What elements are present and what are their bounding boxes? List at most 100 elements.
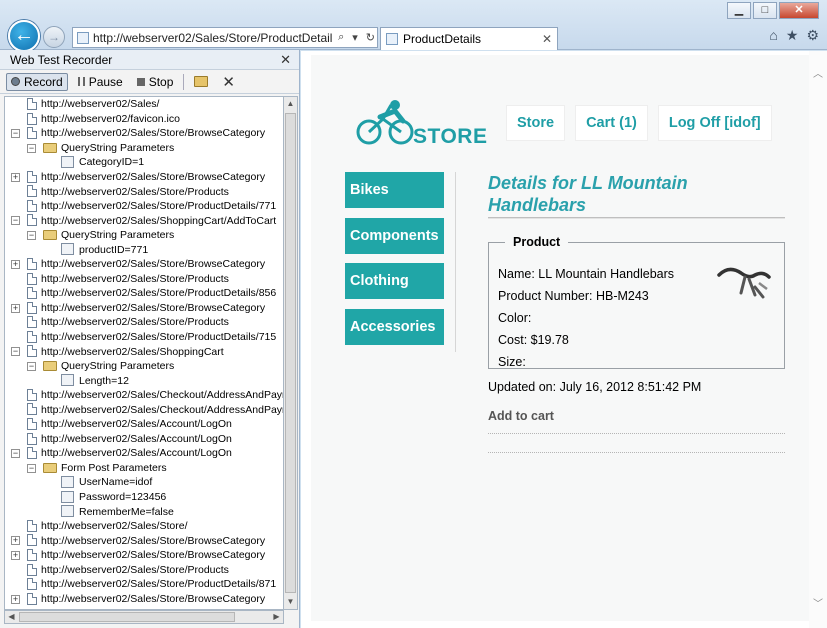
collapse-icon[interactable]: − bbox=[11, 347, 20, 357]
scroll-down-icon[interactable]: ▼ bbox=[284, 595, 297, 609]
scroll-right-icon[interactable]: ▶ bbox=[270, 611, 283, 623]
parameter-node[interactable]: Password=123456 bbox=[5, 490, 283, 505]
request-node[interactable]: http://webserver02/Sales/Store/Products bbox=[5, 315, 283, 330]
request-node[interactable]: − http://webserver02/Sales/Store/BrowseCa… bbox=[5, 126, 283, 141]
request-node[interactable]: http://webserver02/Sales/Store/ProductDe… bbox=[5, 199, 283, 214]
tab-close-icon[interactable]: ✕ bbox=[542, 32, 552, 46]
request-node[interactable]: + http://webserver02/Sales/Store/BrowseCa… bbox=[5, 592, 283, 607]
expand-icon[interactable]: + bbox=[11, 172, 20, 182]
collapse-icon[interactable]: − bbox=[27, 463, 36, 473]
request-node[interactable]: http://webserver02/Sales/Store/Products bbox=[5, 563, 283, 578]
request-node[interactable]: − http://webserver02/Sales/ShoppingCart bbox=[5, 344, 283, 359]
nav-logoff[interactable]: Log Off [idof] bbox=[657, 105, 772, 141]
request-node[interactable]: http://webserver02/Sales/Account/LogOn bbox=[5, 417, 283, 432]
collapse-icon[interactable]: − bbox=[11, 129, 20, 139]
address-dropdown-icon[interactable]: ▾ bbox=[350, 31, 360, 44]
collapse-icon[interactable]: − bbox=[27, 143, 36, 153]
request-node[interactable]: http://webserver02/Sales/Store/ bbox=[5, 519, 283, 534]
tab-productdetails[interactable]: ProductDetails ✕ bbox=[380, 27, 558, 50]
refresh-icon[interactable]: ↻ bbox=[364, 31, 377, 44]
expand-icon[interactable]: + bbox=[11, 594, 20, 604]
record-button[interactable]: Record bbox=[6, 72, 68, 91]
parameter-node[interactable]: Length=12 bbox=[5, 373, 283, 388]
hscroll-thumb[interactable] bbox=[19, 612, 235, 622]
collapse-icon[interactable]: − bbox=[27, 361, 36, 371]
request-node[interactable]: http://webserver02/favicon.ico bbox=[5, 112, 283, 127]
expand-icon[interactable]: + bbox=[11, 260, 20, 270]
request-node[interactable]: http://webserver02/Sales/Store/Products bbox=[5, 272, 283, 287]
add-to-cart-link[interactable]: Add to cart bbox=[488, 409, 554, 423]
parameters-folder-node[interactable]: − QueryString Parameters bbox=[5, 228, 283, 243]
tree-node-label: http://webserver02/Sales/Store/ProductDe… bbox=[41, 578, 277, 591]
store-logo[interactable]: STORE bbox=[355, 99, 487, 151]
delete-button[interactable]: ✕ bbox=[218, 72, 239, 92]
tree-horizontal-scrollbar[interactable]: ◀ ▶ bbox=[4, 610, 284, 624]
search-icon[interactable]: ⌕ bbox=[336, 31, 346, 44]
nav-cart[interactable]: Cart (1) bbox=[575, 105, 648, 141]
request-node[interactable]: + http://webserver02/Sales/Store/BrowseCa… bbox=[5, 548, 283, 563]
page-icon bbox=[27, 112, 37, 125]
nav-store[interactable]: Store bbox=[506, 105, 566, 141]
product-number: Product Number: HB-M243 bbox=[498, 289, 649, 303]
category-bikes[interactable]: Bikes bbox=[345, 172, 444, 208]
expand-icon[interactable]: + bbox=[11, 550, 20, 560]
parameter-node[interactable]: UserName=idof bbox=[5, 475, 283, 490]
request-node[interactable]: + http://webserver02/Sales/Store/BrowseCa… bbox=[5, 301, 283, 316]
page-scroll-up-icon[interactable]: ︿ bbox=[809, 65, 827, 80]
minimize-button[interactable]: ▁ bbox=[727, 2, 751, 19]
category-accessories[interactable]: Accessories bbox=[345, 308, 444, 345]
address-text[interactable]: http://webserver02/Sales/Store/ProductDe… bbox=[93, 31, 332, 45]
collapse-icon[interactable]: − bbox=[11, 449, 20, 459]
back-button[interactable]: ← bbox=[8, 20, 40, 52]
request-node[interactable]: + http://webserver02/Sales/Store/BrowseCa… bbox=[5, 533, 283, 548]
record-icon bbox=[11, 77, 20, 86]
request-node[interactable]: http://webserver02/Sales/Checkout/Addres… bbox=[5, 402, 283, 417]
stop-button[interactable]: Stop bbox=[133, 74, 178, 90]
tools-icon[interactable]: ⚙ bbox=[806, 27, 819, 44]
parameter-node[interactable]: CategoryID=1 bbox=[5, 155, 283, 170]
tree-vertical-scrollbar[interactable]: ▲ ▼ bbox=[284, 96, 298, 610]
favorites-icon[interactable]: ★ bbox=[786, 27, 799, 44]
address-bar[interactable]: http://webserver02/Sales/Store/ProductDe… bbox=[72, 27, 378, 48]
close-window-button[interactable]: ✕ bbox=[779, 2, 819, 19]
parameter-node[interactable]: RememberMe=false bbox=[5, 504, 283, 519]
scroll-thumb[interactable] bbox=[285, 113, 296, 593]
collapse-icon[interactable]: − bbox=[27, 230, 36, 240]
forward-button[interactable]: → bbox=[43, 26, 65, 48]
request-node[interactable]: − http://webserver02/Sales/Account/LogOn bbox=[5, 446, 283, 461]
request-node[interactable]: − http://webserver02/Sales/ShoppingCart/A… bbox=[5, 213, 283, 228]
request-node[interactable]: http://webserver02/Sales/Account/LogOn bbox=[5, 432, 283, 447]
request-node[interactable]: http://webserver02/Sales/Store/ProductDe… bbox=[5, 577, 283, 592]
parameters-folder-node[interactable]: − QueryString Parameters bbox=[5, 359, 283, 374]
home-icon[interactable]: ⌂ bbox=[769, 27, 777, 44]
request-node[interactable]: http://webserver02/Sales/Store/ProductDe… bbox=[5, 330, 283, 345]
scroll-up-icon[interactable]: ▲ bbox=[284, 97, 297, 111]
add-comment-button[interactable] bbox=[190, 75, 212, 88]
parameter-node[interactable]: productID=771 bbox=[5, 242, 283, 257]
collapse-icon[interactable]: − bbox=[11, 216, 20, 226]
page-scroll-down-icon[interactable]: ﹀ bbox=[809, 595, 827, 610]
request-tree[interactable]: http://webserver02/Sales/http://webserve… bbox=[4, 96, 284, 610]
tree-node-label: http://webserver02/Sales/Store/ProductDe… bbox=[41, 287, 277, 300]
expand-icon[interactable]: + bbox=[11, 303, 20, 313]
request-node[interactable]: http://webserver02/Sales/Store/Products bbox=[5, 184, 283, 199]
pause-button[interactable]: Pause bbox=[74, 74, 127, 90]
page-vertical-scrollbar[interactable]: ︿ ﹀ bbox=[809, 51, 827, 628]
request-node[interactable]: http://webserver02/Sales/Checkout/Addres… bbox=[5, 388, 283, 403]
scroll-left-icon[interactable]: ◀ bbox=[5, 611, 18, 623]
request-node[interactable]: + http://webserver02/Sales/Store/BrowseCa… bbox=[5, 170, 283, 185]
request-node[interactable]: http://webserver02/Sales/Store/ProductDe… bbox=[5, 286, 283, 301]
category-clothing[interactable]: Clothing bbox=[345, 263, 444, 299]
parameters-folder-node[interactable]: − QueryString Parameters bbox=[5, 141, 283, 156]
tree-node-label: http://webserver02/Sales/Store/ProductDe… bbox=[41, 200, 277, 213]
recorder-close-icon[interactable]: ✕ bbox=[280, 52, 291, 68]
request-node[interactable]: http://webserver02/Sales/ bbox=[5, 97, 283, 112]
tree-node-label: RememberMe=false bbox=[79, 505, 174, 518]
delete-icon: ✕ bbox=[222, 73, 235, 91]
parameters-folder-node[interactable]: − Form Post Parameters bbox=[5, 461, 283, 476]
request-node[interactable]: + http://webserver02/Sales/Store/BrowseCa… bbox=[5, 257, 283, 272]
maximize-button[interactable]: □ bbox=[753, 2, 777, 19]
top-nav: Store Cart (1) Log Off [idof] bbox=[506, 105, 772, 141]
category-components[interactable]: Components bbox=[345, 217, 444, 254]
expand-icon[interactable]: + bbox=[11, 536, 20, 546]
